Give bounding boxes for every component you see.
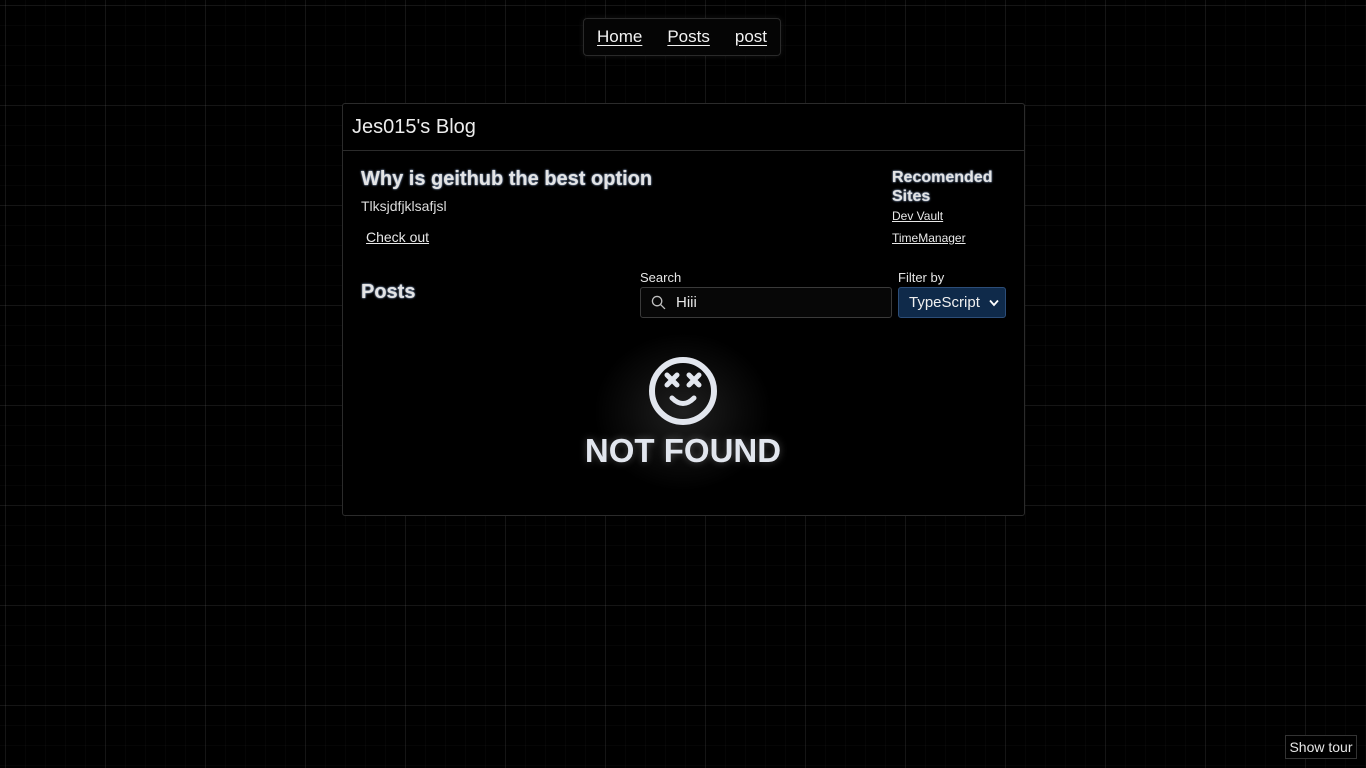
search-group: Search — [640, 270, 892, 318]
recommended-link-timemanager[interactable]: TimeManager — [892, 231, 1012, 245]
recommended-sites: Recomended Sites Dev Vault TimeManager — [892, 168, 1012, 245]
filter-select[interactable]: TypeScript — [898, 287, 1006, 318]
blog-title: Jes015's Blog — [352, 115, 476, 138]
featured-post-title: Why is geithub the best option — [361, 168, 653, 190]
check-out-link[interactable]: Check out — [366, 229, 429, 245]
recommended-link-dev-vault[interactable]: Dev Vault — [892, 209, 1012, 223]
recommended-sites-heading: Recomended Sites — [892, 169, 993, 205]
nav-link-posts[interactable]: Posts — [667, 27, 710, 47]
blog-card: Jes015's Blog Why is geithub the best op… — [342, 103, 1025, 516]
chevron-down-icon — [989, 299, 999, 306]
card-header: Jes015's Blog — [343, 104, 1024, 151]
filter-selected-value: TypeScript — [909, 294, 980, 311]
nav-link-post[interactable]: post — [735, 27, 767, 47]
search-input[interactable] — [676, 294, 876, 311]
search-icon — [651, 295, 666, 310]
filter-label: Filter by — [898, 270, 945, 285]
empty-state: NOT FOUND — [573, 332, 793, 492]
posts-heading: Posts — [361, 281, 416, 303]
show-tour-button[interactable]: Show tour — [1285, 735, 1357, 759]
search-box[interactable] — [640, 287, 892, 318]
dizzy-face-icon — [649, 357, 717, 425]
nav-link-home[interactable]: Home — [597, 27, 642, 47]
filter-group: Filter by TypeScript — [898, 270, 1006, 318]
not-found-text: NOT FOUND — [584, 432, 782, 469]
featured-post-description: Tlksjdfjklsafjsl — [361, 198, 447, 214]
search-label: Search — [640, 270, 682, 285]
top-nav: Home Posts post — [583, 18, 781, 56]
